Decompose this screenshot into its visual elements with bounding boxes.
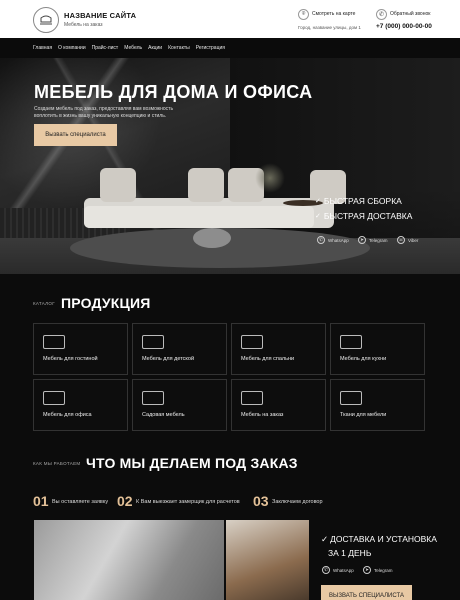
callback-link[interactable]: Обратный звонок bbox=[390, 11, 430, 17]
whatsapp-icon: ✆ bbox=[322, 566, 330, 574]
step-number: 01 bbox=[33, 493, 49, 509]
map-pin-icon: ⌾ bbox=[298, 9, 309, 20]
map-link[interactable]: Смотреть на карте bbox=[312, 11, 355, 17]
step-number: 03 bbox=[253, 493, 269, 509]
nav-item-register[interactable]: Регистрация bbox=[196, 45, 225, 51]
process-label: КАК МЫ РАБОТАЕМ bbox=[33, 461, 81, 466]
address: Город, название улицы, дом 1 bbox=[298, 25, 361, 30]
viber-icon: ☏ bbox=[397, 236, 405, 244]
delivery-title-line2: ЗА 1 ДЕНЬ bbox=[328, 548, 372, 558]
product-card-custom[interactable]: Мебель на заказ bbox=[231, 379, 326, 431]
hero-pillow bbox=[188, 168, 224, 202]
garden-chair-icon bbox=[142, 391, 164, 405]
product-card-label: Мебель для гостиной bbox=[43, 356, 98, 362]
step-text: Заключаем договор bbox=[272, 499, 323, 505]
call-specialist-button[interactable]: Вызвать специалиста bbox=[34, 124, 117, 146]
sofa-icon bbox=[43, 335, 65, 349]
bed-icon bbox=[241, 335, 263, 349]
main-nav: Главная О компании Прайс-лист Мебель Акц… bbox=[0, 38, 460, 58]
hero-telegram-link[interactable]: ➤ Telegram bbox=[358, 236, 388, 244]
hero-pillow bbox=[100, 168, 136, 202]
delivery-whatsapp-link[interactable]: ✆ WhatsApp bbox=[322, 566, 354, 574]
page: НАЗВАНИЕ САЙТА Мебель на заказ ⌾ Смотрет… bbox=[0, 0, 460, 600]
check-icon: ✓ bbox=[315, 213, 321, 220]
fabric-icon bbox=[340, 391, 362, 405]
nav-item-price[interactable]: Прайс-лист bbox=[92, 45, 119, 51]
nav-item-furniture[interactable]: Мебель bbox=[124, 45, 142, 51]
telegram-label: Telegram bbox=[369, 237, 388, 243]
step-number: 02 bbox=[117, 493, 133, 509]
installer-photo bbox=[34, 520, 224, 600]
hero-viber-link[interactable]: ☏ Viber bbox=[397, 236, 418, 244]
crib-icon bbox=[142, 335, 164, 349]
hero-banner: МЕБЕЛЬ ДЛЯ ДОМА И ОФИСА Создаем мебель п… bbox=[0, 58, 460, 274]
phone-number[interactable]: +7 (000) 000-00-00 bbox=[376, 23, 432, 30]
armchair-icon bbox=[40, 15, 52, 25]
step-text: Вы оставляете заявку bbox=[52, 499, 109, 505]
nav-item-home[interactable]: Главная bbox=[33, 45, 52, 51]
hero-plant bbox=[255, 163, 285, 193]
nav-item-about[interactable]: О компании bbox=[58, 45, 86, 51]
check-icon: ✓ bbox=[321, 534, 329, 544]
whatsapp-label: WhatsApp bbox=[333, 567, 354, 573]
telegram-icon: ➤ bbox=[363, 566, 371, 574]
hero-text: Создаем мебель под заказ, предоставляя в… bbox=[34, 106, 174, 119]
product-card-label: Мебель для детской bbox=[142, 356, 195, 362]
product-card-label: Ткани для мебели bbox=[340, 412, 387, 418]
product-card-label: Мебель для кухни bbox=[340, 356, 387, 362]
check-icon: ✓ bbox=[315, 198, 321, 205]
phone-icon: ✆ bbox=[376, 9, 387, 20]
delivery-title-text: ДОСТАВКА И УСТАНОВКА bbox=[330, 534, 437, 544]
viber-label: Viber bbox=[408, 237, 419, 243]
logo[interactable] bbox=[33, 7, 59, 33]
telegram-label: Telegram bbox=[374, 567, 393, 573]
site-name: НАЗВАНИЕ САЙТА bbox=[64, 11, 137, 20]
nav-item-contacts[interactable]: Контакты bbox=[168, 45, 190, 51]
hero-sofa-seat bbox=[84, 206, 314, 228]
whatsapp-label: WhatsApp bbox=[328, 237, 349, 243]
product-card-label: Мебель для офиса bbox=[43, 412, 92, 418]
product-card-bedroom[interactable]: Мебель для спальни bbox=[231, 323, 326, 375]
feature-label: БЫСТРАЯ СБОРКА bbox=[323, 196, 402, 206]
product-card-kids[interactable]: Мебель для детской bbox=[132, 323, 227, 375]
product-card-label: Мебель на заказ bbox=[241, 412, 284, 418]
feature-fast-assembly: ✓ БЫСТРАЯ СБОРКА bbox=[315, 196, 402, 206]
product-card-label: Мебель для спальни bbox=[241, 356, 295, 362]
delivery-telegram-link[interactable]: ➤ Telegram bbox=[363, 566, 393, 574]
nav-item-promo[interactable]: Акции bbox=[148, 45, 162, 51]
hero-title: МЕБЕЛЬ ДЛЯ ДОМА И ОФИСА bbox=[34, 82, 313, 102]
whatsapp-icon: ✆ bbox=[317, 236, 325, 244]
hero-ottoman bbox=[193, 228, 231, 248]
office-desk-icon bbox=[43, 391, 65, 405]
site-tagline: Мебель на заказ bbox=[64, 22, 103, 28]
call-specialist-button-bottom[interactable]: ВЫЗВАТЬ СПЕЦИАЛИСТА bbox=[321, 585, 412, 600]
product-card-office[interactable]: Мебель для офиса bbox=[33, 379, 128, 431]
product-card-label: Садовая мебель bbox=[142, 412, 185, 418]
chairs-icon bbox=[340, 335, 362, 349]
product-card-fabric[interactable]: Ткани для мебели bbox=[330, 379, 425, 431]
delivery-title-line1: ✓ ДОСТАВКА И УСТАНОВКА bbox=[321, 534, 437, 545]
products-title: ПРОДУКЦИЯ bbox=[61, 295, 151, 311]
hero-whatsapp-link[interactable]: ✆ WhatsApp bbox=[317, 236, 349, 244]
product-card-living[interactable]: Мебель для гостиной bbox=[33, 323, 128, 375]
product-card-kitchen[interactable]: Мебель для кухни bbox=[330, 323, 425, 375]
process-title: ЧТО МЫ ДЕЛАЕМ ПОД ЗАКАЗ bbox=[86, 455, 298, 471]
products-label: КАТАЛОГ bbox=[33, 301, 55, 306]
craftsman-photo bbox=[226, 520, 309, 600]
feature-label: БЫСТРАЯ ДОСТАВКА bbox=[323, 211, 413, 221]
telegram-icon: ➤ bbox=[358, 236, 366, 244]
cabinet-icon bbox=[241, 391, 263, 405]
product-card-garden[interactable]: Садовая мебель bbox=[132, 379, 227, 431]
site-header: НАЗВАНИЕ САЙТА Мебель на заказ ⌾ Смотрет… bbox=[0, 0, 460, 38]
step-text: К Вам выезжает замерщик для расчетов bbox=[136, 499, 240, 505]
feature-fast-delivery: ✓ БЫСТРАЯ ДОСТАВКА bbox=[315, 211, 412, 221]
